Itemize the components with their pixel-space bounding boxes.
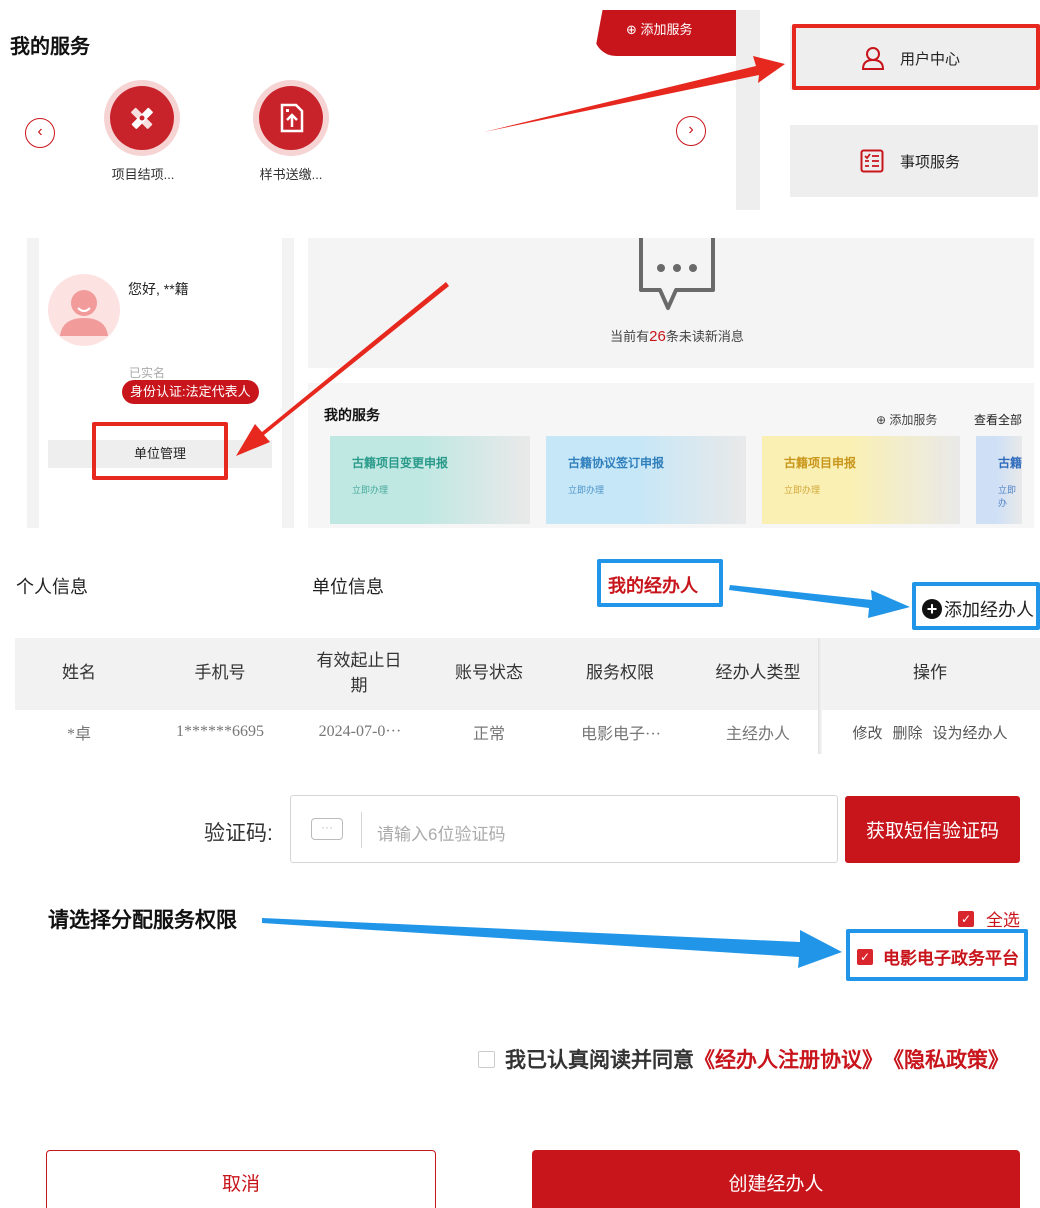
field-divider — [361, 812, 362, 848]
service-card-project[interactable]: 古籍项目申报 立即办理 — [762, 436, 960, 524]
annotation-arrow-unit-manage — [236, 282, 449, 456]
chat-bubble-icon — [638, 238, 716, 318]
agreement-checkbox[interactable]: 我已认真阅读并同意 《经办人注册协议》 《隐私政策》 — [478, 1044, 1009, 1074]
annotation-box-add-agent — [912, 582, 1040, 630]
column-header: 操作 — [913, 663, 947, 684]
service-card-agreement[interactable]: 古籍协议签订申报 立即办理 — [546, 436, 746, 524]
code-label: 验证码: — [204, 822, 273, 845]
cell-actions: 修改 删除 设为经办人 — [840, 710, 1020, 754]
unread-message-text: 当前有26条未读新消息 — [610, 328, 744, 345]
tab-unit-info[interactable]: 单位信息 — [312, 573, 384, 599]
cell-phone: 1******6695 — [176, 723, 264, 740]
cell-status: 正常 — [472, 726, 505, 743]
privacy-link[interactable]: 《隐私政策》 — [883, 1044, 1009, 1074]
column-divider — [818, 638, 822, 754]
tab-personal-info[interactable]: 个人信息 — [16, 573, 88, 599]
create-agent-button[interactable]: 创建经办人 — [532, 1150, 1020, 1208]
cancel-button[interactable]: 取消 — [46, 1150, 436, 1208]
column-header: 服务权限 — [586, 663, 654, 684]
cell-date: 2024-07-0··· — [318, 723, 402, 740]
set-agent-link[interactable]: 设为经办人 — [933, 722, 1008, 743]
select-all-checkbox[interactable]: ✓ 全选 — [958, 906, 1020, 931]
message-icon: ··· — [311, 818, 343, 840]
permission-title: 请选择分配服务权限 — [48, 909, 237, 932]
checkbox-empty-icon — [478, 1050, 495, 1068]
annotation-arrow-permission — [262, 918, 842, 968]
agreement-link[interactable]: 《经办人注册协议》 — [694, 1044, 883, 1074]
annotation-arrow-add-agent — [729, 585, 910, 618]
view-all-link[interactable]: 查看全部 — [974, 411, 1022, 428]
add-service-link[interactable]: ⊕ 添加服务 — [876, 411, 937, 428]
column-header: 手机号 — [194, 663, 246, 684]
column-header: 经办人类型 — [715, 663, 801, 684]
cell-name: *卓 — [66, 726, 91, 743]
checkbox-checked-icon: ✓ — [958, 910, 974, 927]
annotation-arrow-user-center — [484, 56, 785, 132]
get-sms-code-button[interactable]: 获取短信验证码 — [845, 796, 1020, 863]
edit-link[interactable]: 修改 — [852, 722, 882, 743]
service-card-partial[interactable]: 古籍 立即办 — [976, 436, 1022, 524]
table-header: 姓名 手机号 有效起止日期 账号状态 服务权限 经办人类型 操作 — [15, 638, 1040, 710]
code-placeholder: 请输入6位验证码 — [377, 825, 506, 844]
column-header: 姓名 — [62, 663, 96, 684]
column-header: 有效起止日期 — [316, 650, 402, 697]
delete-link[interactable]: 删除 — [892, 722, 922, 743]
verification-code-field[interactable]: ··· 请输入6位验证码 — [290, 795, 838, 863]
cell-permission: 电影电子··· — [581, 726, 661, 743]
cell-type: 主经办人 — [725, 726, 790, 743]
column-header: 账号状态 — [455, 663, 523, 684]
annotation-box-platform — [846, 929, 1028, 981]
